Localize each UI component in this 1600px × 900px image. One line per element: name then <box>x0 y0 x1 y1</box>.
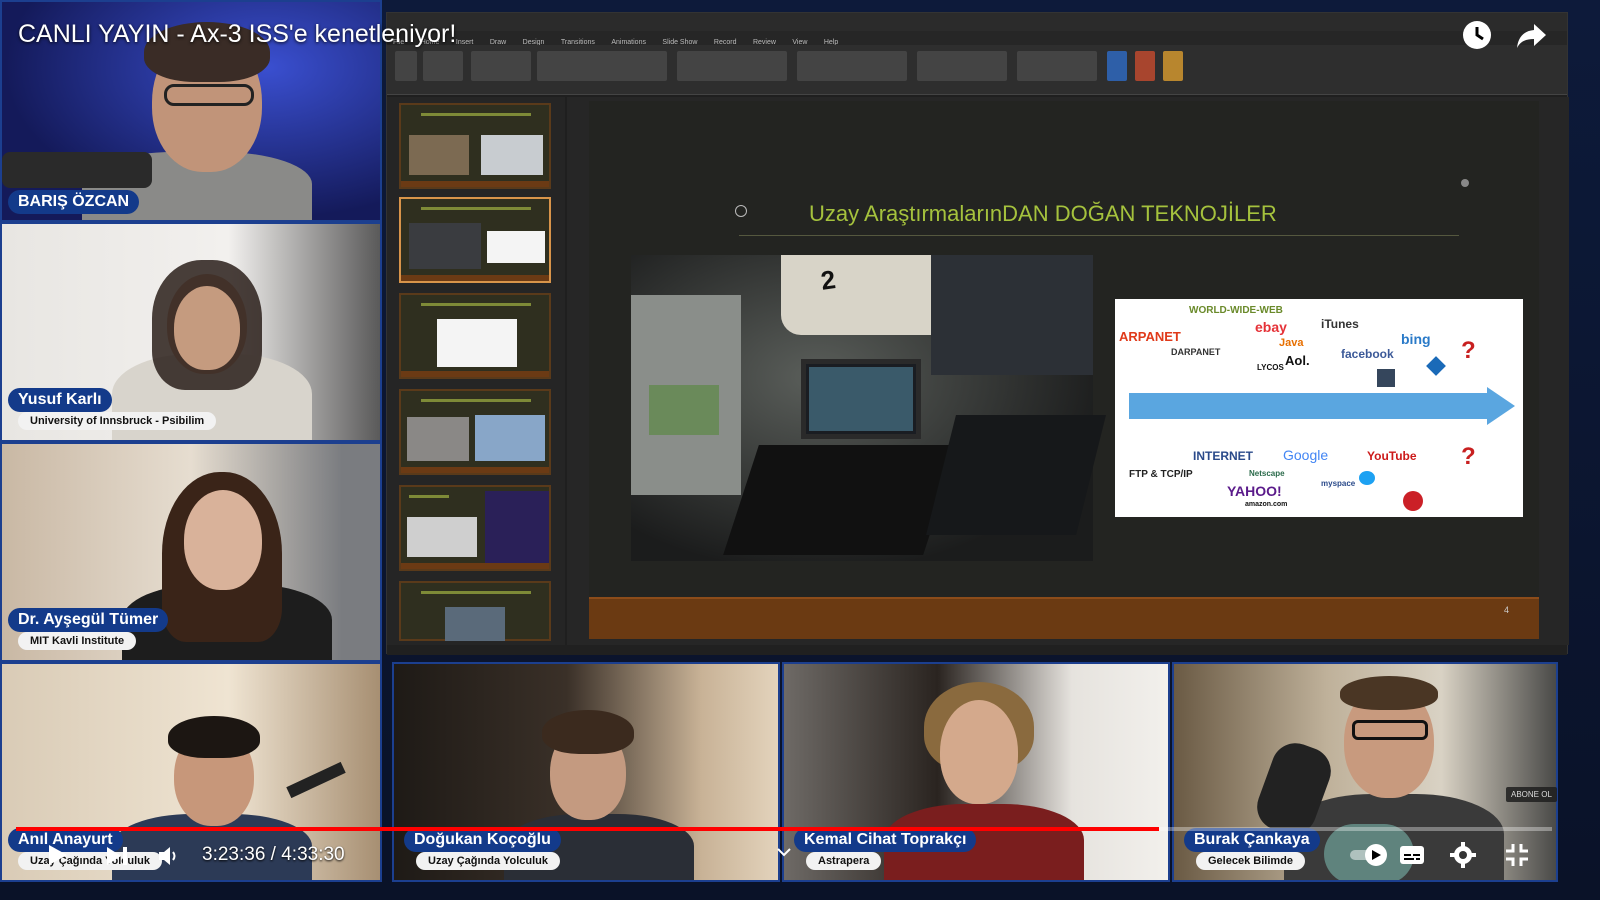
video-stage[interactable]: BARIŞ ÖZCAN Yusuf Karlı University of In… <box>0 0 1600 900</box>
participant-affiliation: Astrapera <box>806 852 882 870</box>
participant-tile-kemal: Kemal Cihat Toprakçı Astrapera <box>782 662 1170 882</box>
slide-number: 4 <box>1503 605 1509 615</box>
tl-arpanet: ARPANET <box>1119 329 1181 344</box>
tl-myspace: myspace <box>1321 479 1356 488</box>
slide-canvas[interactable]: Uzay AraştırmalarınDAN DOĞAN TEKNOJİLER … <box>567 97 1569 645</box>
ppt-ribbon <box>387 45 1567 95</box>
slide-title-rule <box>739 235 1459 236</box>
tl-internet: INTERNET <box>1193 449 1253 463</box>
volume-icon[interactable] <box>156 844 182 868</box>
slide-thumbnail[interactable] <box>399 293 551 379</box>
participant-affiliation: Uzay Çağında Yolculuk <box>416 852 561 870</box>
participant-tile-aysegul: Dr. Ayşegül Tümer MIT Kavli Institute <box>0 442 382 662</box>
tl-lycos: LYCOS <box>1257 363 1284 372</box>
watch-later-icon[interactable] <box>1460 18 1494 52</box>
subtitles-icon[interactable] <box>1398 844 1426 866</box>
slide-title: Uzay AraştırmalarınDAN DOĞAN TEKNOJİLER <box>809 201 1277 226</box>
time-display: 3:23:36 / 4:33:30 <box>202 844 345 865</box>
slide-footer-bar: 4 <box>589 597 1539 639</box>
tl-facebook: facebook <box>1341 347 1394 361</box>
play-icon[interactable] <box>44 842 70 868</box>
shared-screen-powerpoint: File Home Insert Draw Design Transitions… <box>386 12 1569 655</box>
tl-question-top: ? <box>1461 337 1476 364</box>
internet-timeline-image: WORLD-WIDE-WEB ARPANET DARPANET ebay Jav… <box>1115 299 1523 517</box>
chevron-down-icon[interactable] <box>776 846 792 858</box>
slide-thumbnail-selected[interactable] <box>399 197 551 283</box>
next-icon[interactable] <box>104 844 130 868</box>
progress-played <box>16 827 1159 831</box>
slide-thumbnail[interactable] <box>399 581 551 641</box>
participant-affiliation: MIT Kavli Institute <box>18 632 137 650</box>
current-slide: Uzay AraştırmalarınDAN DOĞAN TEKNOJİLER … <box>589 101 1539 639</box>
tl-ftp: FTP & TCP/IP <box>1129 469 1193 480</box>
participant-affiliation: University of Innsbruck - Psibilim <box>18 412 217 430</box>
participant-name: BARIŞ ÖZCAN <box>8 190 140 214</box>
tl-bing: bing <box>1401 331 1431 347</box>
participant-affiliation: Gelecek Bilimde <box>1196 852 1305 870</box>
slide-thumbnail[interactable] <box>399 389 551 475</box>
tl-question-bottom: ? <box>1461 443 1476 470</box>
exit-fullscreen-icon[interactable] <box>1504 842 1530 868</box>
participant-name: Burak Çankaya <box>1184 828 1320 852</box>
ppt-status-bar <box>387 645 1567 655</box>
participant-name: Yusuf Karlı <box>8 388 112 412</box>
autoplay-toggle-icon[interactable] <box>1348 842 1390 868</box>
progress-bar[interactable] <box>16 827 1552 831</box>
participant-name: Dr. Ayşegül Tümer <box>8 608 169 632</box>
share-icon[interactable] <box>1514 18 1548 52</box>
participant-name: Doğukan Koçoğlu <box>404 828 561 852</box>
tl-ebay: ebay <box>1255 319 1287 335</box>
participant-affiliation: Uzay Çağında Yolculuk <box>18 852 163 870</box>
tl-itunes: iTunes <box>1321 317 1359 331</box>
tl-netscape: Netscape <box>1249 469 1285 478</box>
tl-world-wide-web: WORLD-WIDE-WEB <box>1189 305 1283 316</box>
subscribe-watermark[interactable]: ABONE OL <box>1506 787 1557 802</box>
ppt-ribbon-tabs: File Home Insert Draw Design Transitions… <box>387 31 1567 46</box>
tl-darpanet: DARPANET <box>1171 347 1221 357</box>
iss-laptops-photo: 2 <box>631 255 1106 561</box>
tl-yahoo: YAHOO! <box>1227 483 1282 499</box>
participant-name: Kemal Cihat Toprakçı <box>794 828 977 852</box>
participant-tile-dogukan: Doğukan Koçoğlu Uzay Çağında Yolculuk <box>392 662 780 882</box>
tl-amazon: amazon.com <box>1245 501 1288 508</box>
ppt-title-bar <box>387 13 1567 31</box>
tl-java: Java <box>1279 337 1304 349</box>
tl-youtube: YouTube <box>1367 449 1417 463</box>
slide-thumbnail[interactable] <box>399 103 551 189</box>
tl-aol: Aol. <box>1285 353 1310 368</box>
tl-google: Google <box>1283 447 1329 463</box>
video-title[interactable]: CANLI YAYIN - Ax-3 ISS'e kenetleniyor! <box>18 20 456 49</box>
slide-thumbnail-pane[interactable] <box>387 97 565 645</box>
settings-icon[interactable] <box>1450 842 1476 868</box>
participant-tile-yusuf: Yusuf Karlı University of Innsbruck - Ps… <box>0 222 382 442</box>
slide-thumbnail[interactable] <box>399 485 551 571</box>
